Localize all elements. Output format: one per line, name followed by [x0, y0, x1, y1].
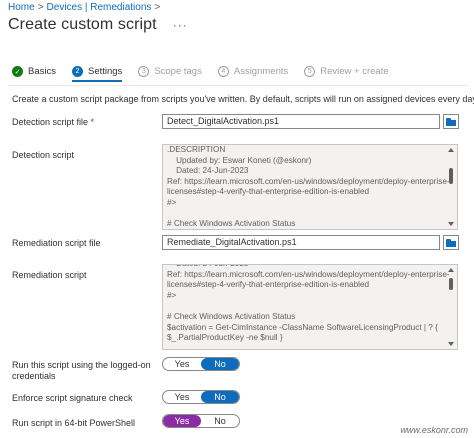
remediation-script-line: #> — [167, 290, 177, 300]
folder-icon — [446, 238, 456, 247]
wizard-step-assignments[interactable]: 4 Assignments — [217, 66, 289, 77]
detection-script-label: Detection script — [12, 150, 75, 160]
detection-script-line: Updated by: Eswar Koneti (@eskonr) — [167, 155, 312, 165]
detection-script-content: .DESCRIPTION Updated by: Eswar Koneti (@… — [167, 145, 450, 229]
wizard-step-scope-tags[interactable]: 3 Scope tags — [138, 66, 202, 77]
step-number-badge: 5 — [304, 66, 316, 77]
wizard-step-settings[interactable]: 2 Settings — [71, 66, 123, 82]
remediation-script-line: $_.PartialProductKey -ne $null } — [167, 333, 283, 343]
step-number-badge: 2 — [71, 66, 83, 77]
remediation-file-input[interactable]: Remediate_DigitalActivation.ps1 — [162, 235, 440, 250]
scroll-thumb[interactable] — [449, 168, 453, 184]
step-number-badge: 4 — [217, 66, 229, 77]
remediation-script-line: $activation = Get-CimInstance -ClassName… — [167, 322, 438, 332]
breadcrumb: Home > Devices | Remediations > — [8, 2, 163, 13]
detection-script-line: # Check Windows Activation Status — [167, 219, 296, 229]
watermark-text: www.eskonr.com — [400, 425, 468, 435]
toggle-option-no[interactable]: No — [201, 391, 239, 403]
detection-script-line: .DESCRIPTION — [167, 145, 226, 154]
toggle-option-yes[interactable]: Yes — [163, 415, 201, 427]
wizard-steps: ✓ Basics 2 Settings 3 Scope tags 4 Assig… — [12, 66, 405, 82]
remediation-script-content: Dated: 24-Jun-2023Ref: https://learn.mic… — [167, 265, 450, 344]
scroll-thumb[interactable] — [449, 278, 453, 290]
scroll-down-icon[interactable] — [448, 342, 454, 346]
signature-check-toggle[interactable]: Yes No — [162, 390, 240, 404]
folder-icon — [446, 117, 456, 126]
toggle-option-yes[interactable]: Yes — [163, 391, 201, 403]
scroll-up-icon[interactable] — [448, 268, 454, 272]
breadcrumb-separator: > — [154, 2, 161, 13]
required-asterisk: * — [90, 117, 95, 127]
breadcrumb-separator: > — [37, 2, 44, 13]
page-title: Create custom script — [8, 16, 157, 33]
title-row: Create custom script ··· — [8, 16, 188, 34]
remediation-script-editor[interactable]: Dated: 24-Jun-2023Ref: https://learn.mic… — [162, 264, 458, 350]
detection-scrollbar[interactable] — [446, 146, 456, 228]
divider — [8, 85, 468, 86]
wizard-step-label: Basics — [28, 66, 56, 77]
scroll-up-icon[interactable] — [448, 148, 454, 152]
detection-script-line: Ref: https://learn.microsoft.com/en-us/w… — [167, 176, 450, 186]
logged-on-label-line1: Run this script using the logged-on — [12, 360, 151, 370]
remediation-file-label: Remediation script file — [12, 238, 101, 248]
detection-file-label: Detection script file * — [12, 117, 94, 128]
breadcrumb-home-link[interactable]: Home — [8, 2, 35, 13]
logged-on-label-line2: credentials — [12, 371, 56, 381]
remediation-script-line: licenses#step-4-verify-that-enterprise-e… — [167, 280, 370, 290]
remediation-script-line: # Check Windows Activation Status — [167, 311, 296, 321]
remediation-scrollbar[interactable] — [446, 266, 456, 348]
detection-script-line: licenses#step-4-verify-that-enterprise-e… — [167, 187, 370, 197]
wizard-step-label: Review + create — [320, 66, 389, 77]
checkmark-icon: ✓ — [12, 66, 23, 77]
wizard-step-review-create[interactable]: 5 Review + create — [304, 66, 389, 77]
detection-file-label-text: Detection script file — [12, 117, 89, 127]
remediation-script-line: Ref: https://learn.microsoft.com/en-us/w… — [167, 269, 450, 279]
toggle-option-no[interactable]: No — [201, 415, 239, 427]
detection-script-editor[interactable]: .DESCRIPTION Updated by: Eswar Koneti (@… — [162, 144, 458, 230]
detection-file-input[interactable]: Detect_DigitalActivation.ps1 — [162, 114, 440, 129]
detection-script-line: Dated: 24-Jun-2023 — [167, 166, 249, 176]
remediation-script-line — [167, 301, 443, 312]
logged-on-label: Run this script using the logged-on cred… — [12, 360, 151, 382]
signature-check-label: Enforce script signature check — [12, 393, 133, 403]
breadcrumb-devices-link[interactable]: Devices | Remediations — [47, 2, 152, 13]
toggle-option-no[interactable]: No — [201, 358, 239, 370]
remediation-script-label: Remediation script — [12, 270, 87, 280]
wizard-step-basics[interactable]: ✓ Basics — [12, 66, 56, 77]
more-options-icon[interactable]: ··· — [173, 18, 188, 32]
scroll-down-icon[interactable] — [448, 222, 454, 226]
remediation-browse-button[interactable] — [443, 235, 459, 250]
detection-script-line: #> — [167, 197, 177, 207]
step-number-badge: 3 — [138, 66, 150, 77]
wizard-step-label: Scope tags — [154, 66, 202, 77]
logged-on-toggle[interactable]: Yes No — [162, 357, 240, 371]
wizard-step-label: Settings — [87, 66, 123, 77]
powershell-64bit-toggle[interactable]: Yes No — [162, 414, 240, 428]
toggle-option-yes[interactable]: Yes — [163, 358, 201, 370]
intro-text: Create a custom script package from scri… — [12, 94, 474, 104]
detection-browse-button[interactable] — [443, 114, 459, 129]
powershell-64bit-label: Run script in 64-bit PowerShell — [12, 418, 136, 428]
detection-script-line — [167, 209, 443, 220]
wizard-step-label: Assignments — [233, 66, 289, 77]
